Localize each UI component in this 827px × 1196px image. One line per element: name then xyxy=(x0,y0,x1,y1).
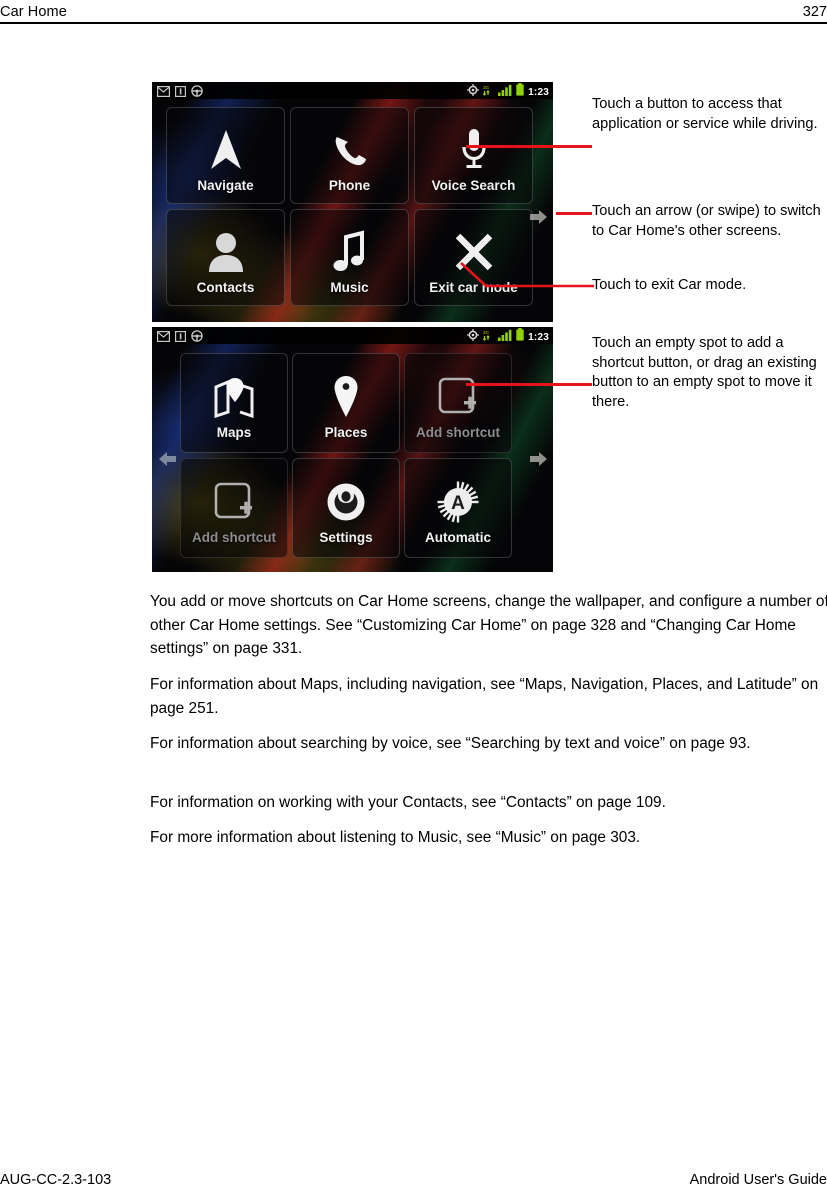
navigate-arrow-icon xyxy=(205,123,247,177)
notification-icon xyxy=(175,84,187,102)
body-paragraph-4: For information on working with your Con… xyxy=(150,794,666,811)
tile-label: Settings xyxy=(319,530,373,545)
gps-icon xyxy=(467,328,480,346)
phone-handset-icon xyxy=(327,123,373,177)
tile-maps[interactable]: Maps xyxy=(180,353,288,453)
page-number: 327 xyxy=(802,4,827,20)
tile-label: Automatic xyxy=(424,530,491,545)
leader-line-2 xyxy=(556,212,592,215)
status-bar-right-icons: 3G 1:23 xyxy=(467,83,549,101)
tile-label: Phone xyxy=(328,177,371,193)
body-paragraph-1: You add or move shortcuts on Car Home sc… xyxy=(150,593,827,658)
svg-text:A: A xyxy=(451,493,465,514)
tile-contacts[interactable]: Contacts xyxy=(166,209,285,306)
tile-label: Add shortcut xyxy=(416,425,500,440)
body-paragraph-5: For more information about listening to … xyxy=(150,829,641,846)
add-shortcut-icon xyxy=(214,475,254,529)
tile-label: Music xyxy=(330,279,369,295)
svg-text:3G: 3G xyxy=(483,330,490,335)
tile-label: Add shortcut xyxy=(192,530,276,545)
mail-icon xyxy=(157,329,171,347)
tile-voice-search[interactable]: Voice Search xyxy=(414,107,533,204)
battery-icon xyxy=(516,83,524,101)
footer-doc-code: AUG-CC-2.3-103 xyxy=(0,1172,112,1188)
callout-text-2: Touch an arrow (or swipe) to switch to C… xyxy=(592,203,821,239)
page-header-title: Car Home xyxy=(0,4,67,20)
status-bar-left-icons xyxy=(157,329,203,347)
data-transfer-icon: 3G xyxy=(483,83,494,101)
tile-label: Contacts xyxy=(196,279,255,295)
data-transfer-icon: 3G xyxy=(483,328,494,346)
tile-music[interactable]: Music xyxy=(290,209,409,306)
tile-label: Voice Search xyxy=(431,177,516,193)
tile-label: Places xyxy=(324,425,368,440)
body-paragraph-3: For information about searching by voice… xyxy=(150,735,751,752)
tile-label: Navigate xyxy=(197,177,254,193)
tile-navigate[interactable]: Navigate xyxy=(166,107,285,204)
header-divider xyxy=(0,22,827,25)
tile-add-shortcut-2[interactable]: Add shortcut xyxy=(180,458,288,558)
notification-icon xyxy=(175,329,187,347)
status-bar-clock: 1:23 xyxy=(528,331,549,343)
status-bar: 3G 1:23 xyxy=(152,82,553,99)
mail-icon xyxy=(157,84,171,102)
automatic-a-icon: A xyxy=(437,475,479,529)
leader-line-1 xyxy=(466,145,592,148)
status-bar-right-icons: 3G 1:23 xyxy=(467,328,549,346)
battery-icon xyxy=(516,328,524,346)
microphone-icon xyxy=(460,123,488,177)
status-bar-left-icons xyxy=(157,84,203,102)
person-icon xyxy=(206,225,246,279)
signal-bars-icon xyxy=(498,328,512,346)
body-paragraph-2: For information about Maps, including na… xyxy=(150,676,819,717)
car-home-tile-grid: Maps Places Add shortcut Add shortcut Se… xyxy=(152,344,553,572)
arrow-left-icon[interactable] xyxy=(158,451,176,472)
place-pin-icon xyxy=(333,370,359,424)
tile-settings[interactable]: Settings xyxy=(292,458,400,558)
tile-automatic[interactable]: A Automatic xyxy=(404,458,512,558)
signal-bars-icon xyxy=(498,83,512,101)
tile-places[interactable]: Places xyxy=(292,353,400,453)
tile-add-shortcut-1[interactable]: Add shortcut xyxy=(404,353,512,453)
arrow-right-icon[interactable] xyxy=(530,451,548,472)
map-pin-book-icon xyxy=(213,370,255,424)
gps-icon xyxy=(467,83,480,101)
settings-ring-icon xyxy=(325,475,367,529)
svg-text:3G: 3G xyxy=(483,85,490,90)
music-note-icon xyxy=(332,225,368,279)
add-shortcut-icon xyxy=(438,370,478,424)
status-bar-clock: 1:23 xyxy=(528,86,549,98)
car-home-screenshot-secondary: 3G 1:23 Maps Places Add shortcut Add sho… xyxy=(152,327,553,572)
tile-label: Maps xyxy=(216,425,252,440)
car-mode-icon xyxy=(191,84,203,102)
arrow-right-icon[interactable] xyxy=(530,209,548,230)
tile-phone[interactable]: Phone xyxy=(290,107,409,204)
car-mode-icon xyxy=(191,329,203,347)
footer-guide-name: Android User's Guide xyxy=(689,1172,827,1188)
leader-line-4 xyxy=(466,383,592,386)
callout-text-4: Touch an empty spot to add a shortcut bu… xyxy=(592,335,817,410)
callout-text-3: Touch to exit Car mode. xyxy=(592,277,747,293)
callout-text-1: Touch a button to access that applicatio… xyxy=(592,96,818,132)
status-bar: 3G 1:23 xyxy=(152,327,553,344)
leader-line-3 xyxy=(460,262,594,288)
